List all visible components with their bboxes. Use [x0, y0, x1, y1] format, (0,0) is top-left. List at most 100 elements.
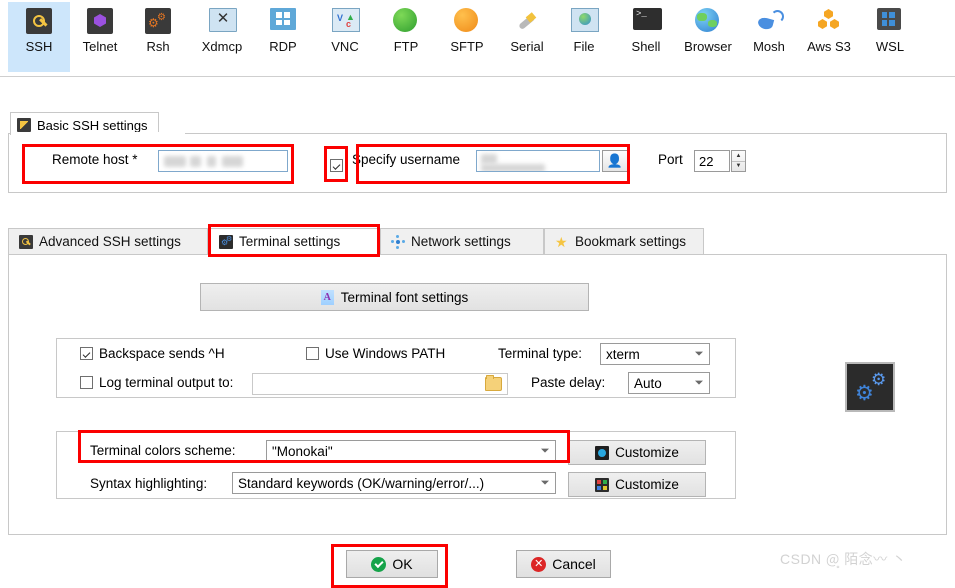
backspace-sends-ctrlh-checkbox[interactable]: Backspace sends ^H: [80, 346, 225, 361]
xdmcp-monitor-x-icon: ✕: [209, 8, 237, 34]
terminal-colors-customize-label: Customize: [615, 445, 679, 460]
session-type-file[interactable]: File: [560, 2, 608, 72]
log-output-label: Log terminal output to:: [99, 375, 234, 390]
aws-s3-cubes-icon: [816, 8, 842, 34]
terminal-colors-scheme-select[interactable]: "Monokai": [266, 440, 556, 462]
syntax-highlighting-select[interactable]: Standard keywords (OK/warning/error/...): [232, 472, 556, 494]
cancel-button-label: Cancel: [552, 556, 596, 572]
tab-advanced-ssh-settings[interactable]: Advanced SSH settings: [8, 228, 208, 255]
session-type-serial[interactable]: Serial: [498, 2, 556, 72]
session-type-wsl[interactable]: WSL: [862, 2, 918, 72]
log-output-checkbox-box[interactable]: [80, 376, 93, 389]
session-type-label: Mosh: [753, 39, 785, 54]
terminal-settings-icon: ⚙ ⚙: [219, 235, 233, 250]
windows-path-label: Use Windows PATH: [325, 346, 446, 361]
mosh-satellite-icon: [756, 8, 784, 34]
session-type-label: File: [573, 39, 595, 54]
syntax-highlighting-label: Syntax highlighting:: [90, 476, 208, 491]
ssh-key-icon: [19, 234, 33, 250]
specify-username-checkbox[interactable]: [330, 157, 343, 173]
session-type-telnet[interactable]: Telnet: [70, 2, 130, 72]
session-type-ssh[interactable]: SSH: [8, 2, 70, 72]
terminal-font-settings-button[interactable]: A Terminal font settings: [200, 283, 589, 311]
syntax-highlighting-customize-button[interactable]: Customize: [568, 472, 706, 497]
ok-button-label: OK: [392, 556, 413, 572]
windows-path-checkbox-box[interactable]: [306, 347, 319, 360]
session-type-label: Aws S3: [807, 39, 851, 54]
session-type-label: Browser: [684, 39, 732, 54]
session-type-ftp[interactable]: FTP: [378, 2, 434, 72]
session-type-aws-s3[interactable]: Aws S3: [797, 2, 861, 72]
paste-delay-select[interactable]: Auto: [628, 372, 710, 394]
ssh-key-icon: [17, 118, 31, 132]
session-type-toolbar: SSH Telnet ⚙ ⚙ Rsh ✕ Xdmcp RDP V ▲ c VNC FTP SFTP Seri…: [0, 0, 955, 77]
session-type-label: FTP: [393, 39, 419, 54]
user-picker-button[interactable]: 👤: [602, 150, 628, 172]
terminal-colors-customize-button[interactable]: Customize: [568, 440, 706, 465]
caret-up-icon[interactable]: ▲: [732, 151, 745, 162]
session-type-rsh[interactable]: ⚙ ⚙ Rsh: [131, 2, 185, 72]
ssh-key-icon: [26, 8, 52, 34]
log-output-path-input[interactable]: [252, 373, 508, 395]
file-monitor-globe-icon: [571, 8, 599, 34]
session-type-vnc[interactable]: V ▲ c VNC: [315, 2, 375, 72]
remote-host-input[interactable]: [158, 150, 288, 172]
terminal-font-settings-label: Terminal font settings: [340, 289, 469, 305]
log-terminal-output-checkbox[interactable]: Log terminal output to:: [80, 375, 233, 390]
tab-terminal-settings[interactable]: ⚙ ⚙ Terminal settings: [208, 228, 380, 255]
session-type-label: RDP: [269, 39, 297, 54]
remote-host-label: Remote host *: [52, 152, 138, 167]
session-type-sftp[interactable]: SFTP: [437, 2, 497, 72]
session-type-label: Rsh: [146, 39, 170, 54]
session-type-mosh[interactable]: Mosh: [742, 2, 796, 72]
tab-network-settings[interactable]: Network settings: [380, 228, 544, 255]
use-windows-path-checkbox[interactable]: Use Windows PATH: [306, 346, 445, 361]
session-type-label: Telnet: [82, 39, 118, 54]
port-value: 22: [699, 153, 714, 169]
port-label: Port: [658, 152, 683, 167]
cancel-button[interactable]: ✕ Cancel: [516, 550, 611, 578]
username-input[interactable]: [476, 150, 600, 172]
port-spinner[interactable]: ▲ ▼: [731, 150, 746, 172]
port-input[interactable]: 22: [694, 150, 730, 172]
network-dots-icon: [391, 234, 405, 250]
session-type-xdmcp[interactable]: ✕ Xdmcp: [190, 2, 254, 72]
syntax-highlighting-customize-label: Customize: [615, 477, 679, 492]
terminal-type-value: xterm: [606, 346, 640, 362]
caret-down-icon[interactable]: ▼: [732, 162, 745, 172]
csdn-watermark: CSDN @〭 陌念〰 丶: [780, 551, 907, 567]
browser-globe-icon: [695, 8, 721, 34]
paste-delay-label: Paste delay:: [531, 375, 606, 390]
tab-bookmark-settings[interactable]: ★ Bookmark settings: [544, 228, 704, 255]
session-type-rdp[interactable]: RDP: [254, 2, 312, 72]
syntax-highlighting-value: Standard keywords (OK/warning/error/...): [238, 475, 485, 491]
specify-username-checkbox-box[interactable]: [330, 159, 343, 173]
check-circle-icon: [371, 556, 387, 572]
shell-console-icon: >_: [633, 8, 662, 34]
x-circle-icon: ✕: [531, 556, 547, 572]
session-type-label: Shell: [631, 39, 661, 54]
sftp-globe-orange-icon: [454, 8, 480, 34]
vnc-monitor-icon: V ▲ c: [332, 8, 360, 34]
wsl-windows-icon: [877, 8, 903, 34]
color-circle-icon: [595, 445, 610, 460]
session-type-label: WSL: [875, 39, 905, 54]
tab-label: Terminal settings: [239, 234, 341, 249]
paste-delay-value: Auto: [634, 375, 662, 391]
session-type-shell[interactable]: >_ Shell: [618, 2, 674, 72]
folder-open-icon[interactable]: [485, 375, 502, 391]
chevron-down-icon: [541, 448, 549, 453]
terminal-type-select[interactable]: xterm: [600, 343, 710, 365]
session-type-browser[interactable]: Browser: [676, 2, 740, 72]
ok-button[interactable]: OK: [346, 550, 438, 578]
session-type-label: VNC: [331, 39, 359, 54]
backspace-checkbox-box[interactable]: [80, 347, 93, 360]
session-type-label: Xdmcp: [201, 39, 243, 54]
specify-username-label: Specify username: [352, 152, 461, 167]
gears-preview-icon: ⚙ ⚙: [845, 362, 895, 412]
terminal-colors-scheme-value: "Monokai": [272, 443, 333, 459]
settings-tabstrip: Advanced SSH settings ⚙ ⚙ Terminal settings…: [8, 228, 947, 255]
chevron-down-icon: [695, 351, 703, 356]
ftp-globe-green-icon: [393, 8, 419, 34]
terminal-type-label: Terminal type:: [498, 346, 583, 361]
